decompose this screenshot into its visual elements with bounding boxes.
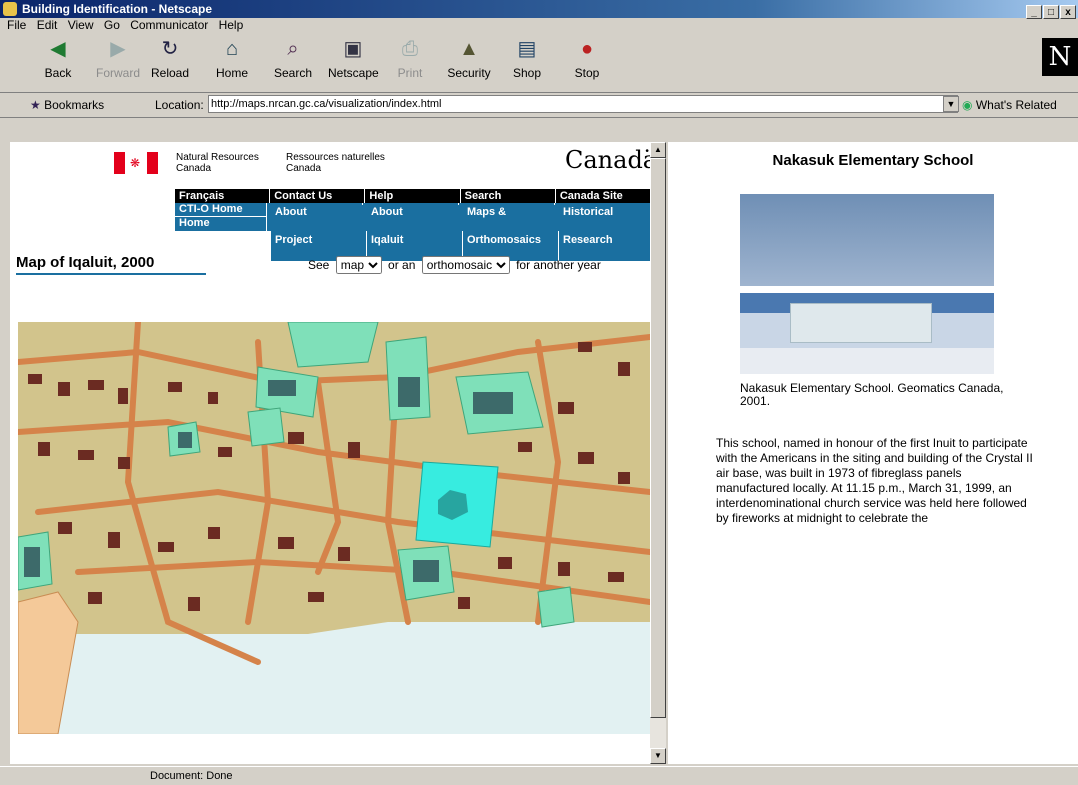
forward-button[interactable]: ▶ Forward <box>93 36 143 80</box>
location-toolbar: ★ Bookmarks Location: ▼ ◉ What's Related <box>0 93 1078 118</box>
bookmarks-icon: ★ <box>30 98 41 112</box>
navigation-toolbar: ◀ Back ▶ Forward ↻ Reload ⌂ Home ⌕ Search ▣ Ne… <box>0 30 1078 93</box>
left-content-frame: ❋ Natural Resources Canada Ressources nat… <box>10 142 650 764</box>
stop-button[interactable]: ● Stop <box>562 36 612 80</box>
window-titlebar: Building Identification - Netscape _ □ x <box>0 0 1078 19</box>
security-button[interactable]: ▲ Security <box>444 36 494 80</box>
nav-canada-site[interactable]: Canada Site <box>555 189 650 203</box>
site-navigation: Français Contact Us Help Search Canada S… <box>175 189 650 261</box>
status-bar: Document: Done <box>0 766 1078 785</box>
whats-related-button[interactable]: ◉ What's Related <box>962 98 1057 112</box>
location-url-input[interactable] <box>208 95 958 113</box>
orthomosaic-select[interactable]: orthomosaic <box>421 256 510 274</box>
canada-flag-logo: ❋ <box>114 152 158 174</box>
home-icon: ⌂ <box>225 38 239 60</box>
back-button[interactable]: ◀ Back <box>33 36 83 80</box>
scroll-thumb[interactable] <box>650 158 666 718</box>
lock-icon: ▲ <box>459 38 479 60</box>
location-dropdown-button[interactable]: ▼ <box>943 96 959 112</box>
reload-button[interactable]: ↻ Reload <box>145 36 195 80</box>
nav-home[interactable]: Home <box>175 216 266 230</box>
school-photo <box>740 293 994 374</box>
netscape-app-icon <box>3 2 17 16</box>
canada-wordmark: Canadä <box>565 146 650 174</box>
close-button[interactable]: x <box>1060 5 1076 19</box>
nav-about-project[interactable]: About Project <box>267 203 366 261</box>
netscape-logo[interactable]: N <box>1042 38 1078 76</box>
stop-icon: ● <box>580 38 594 60</box>
page-title: Map of Iqaluit, 2000 <box>16 254 206 275</box>
print-icon: ⎙ <box>402 38 418 60</box>
nav-search[interactable]: Search <box>460 189 555 203</box>
nav-about-iqaluit[interactable]: About Iqaluit <box>363 203 462 261</box>
year-selector-row: See map or an orthomosaic for another ye… <box>308 256 601 274</box>
bookmarks-button[interactable]: ★ Bookmarks <box>30 98 104 112</box>
window-title: Building Identification - Netscape <box>22 2 213 16</box>
nav-home-group: CTI-O Home Home <box>175 203 266 231</box>
location-label: Location: <box>155 98 204 112</box>
building-title: Nakasuk Elementary School <box>772 152 974 169</box>
shop-button[interactable]: ▤ Shop <box>502 36 552 80</box>
print-button[interactable]: ⎙ Print <box>385 36 435 80</box>
whats-related-icon: ◉ <box>962 98 973 112</box>
right-content-frame: Nakasuk Elementary School Nakasuk Elemen… <box>668 142 1078 764</box>
home-button[interactable]: ⌂ Home <box>207 36 257 80</box>
department-name-fr: Ressources naturelles Canada <box>286 152 385 174</box>
search-button[interactable]: ⌕ Search <box>268 36 318 80</box>
maximize-button[interactable]: □ <box>1043 5 1059 19</box>
back-arrow-icon: ◀ <box>50 38 66 60</box>
left-frame-scrollbar[interactable]: ▲ ▼ <box>650 142 666 764</box>
minimize-button[interactable]: _ <box>1026 5 1042 19</box>
building-description: This school, named in honour of the firs… <box>716 436 1033 525</box>
netscape-button[interactable]: ▣ Netscape <box>328 36 379 80</box>
nav-ctio-home[interactable]: CTI-O Home <box>175 203 266 216</box>
shop-icon: ▤ <box>517 38 537 60</box>
frame-divider-strip <box>0 118 1078 132</box>
nav-historical-research[interactable]: Historical Research <box>555 203 650 261</box>
photo-caption: Nakasuk Elementary School. Geomatics Can… <box>740 381 1004 408</box>
nav-maps-orthomosaics[interactable]: Maps & Orthomosaics <box>459 203 558 261</box>
scroll-up-button[interactable]: ▲ <box>650 142 666 158</box>
reload-icon: ↻ <box>161 38 179 60</box>
nav-francais[interactable]: Français <box>175 189 270 203</box>
status-text: Document: Done <box>150 770 233 782</box>
forward-arrow-icon: ▶ <box>110 38 126 60</box>
scroll-down-button[interactable]: ▼ <box>650 748 666 764</box>
map-graphic <box>18 322 650 734</box>
iqaluit-map[interactable] <box>18 322 650 734</box>
department-name-en: Natural Resources Canada <box>176 152 259 174</box>
netscape-icon: ▣ <box>343 38 363 60</box>
search-icon: ⌕ <box>287 38 299 60</box>
map-type-select[interactable]: map <box>335 256 382 274</box>
nav-help[interactable]: Help <box>365 189 460 203</box>
school-photo-sky <box>740 194 994 286</box>
nav-contact-us[interactable]: Contact Us <box>270 189 365 203</box>
